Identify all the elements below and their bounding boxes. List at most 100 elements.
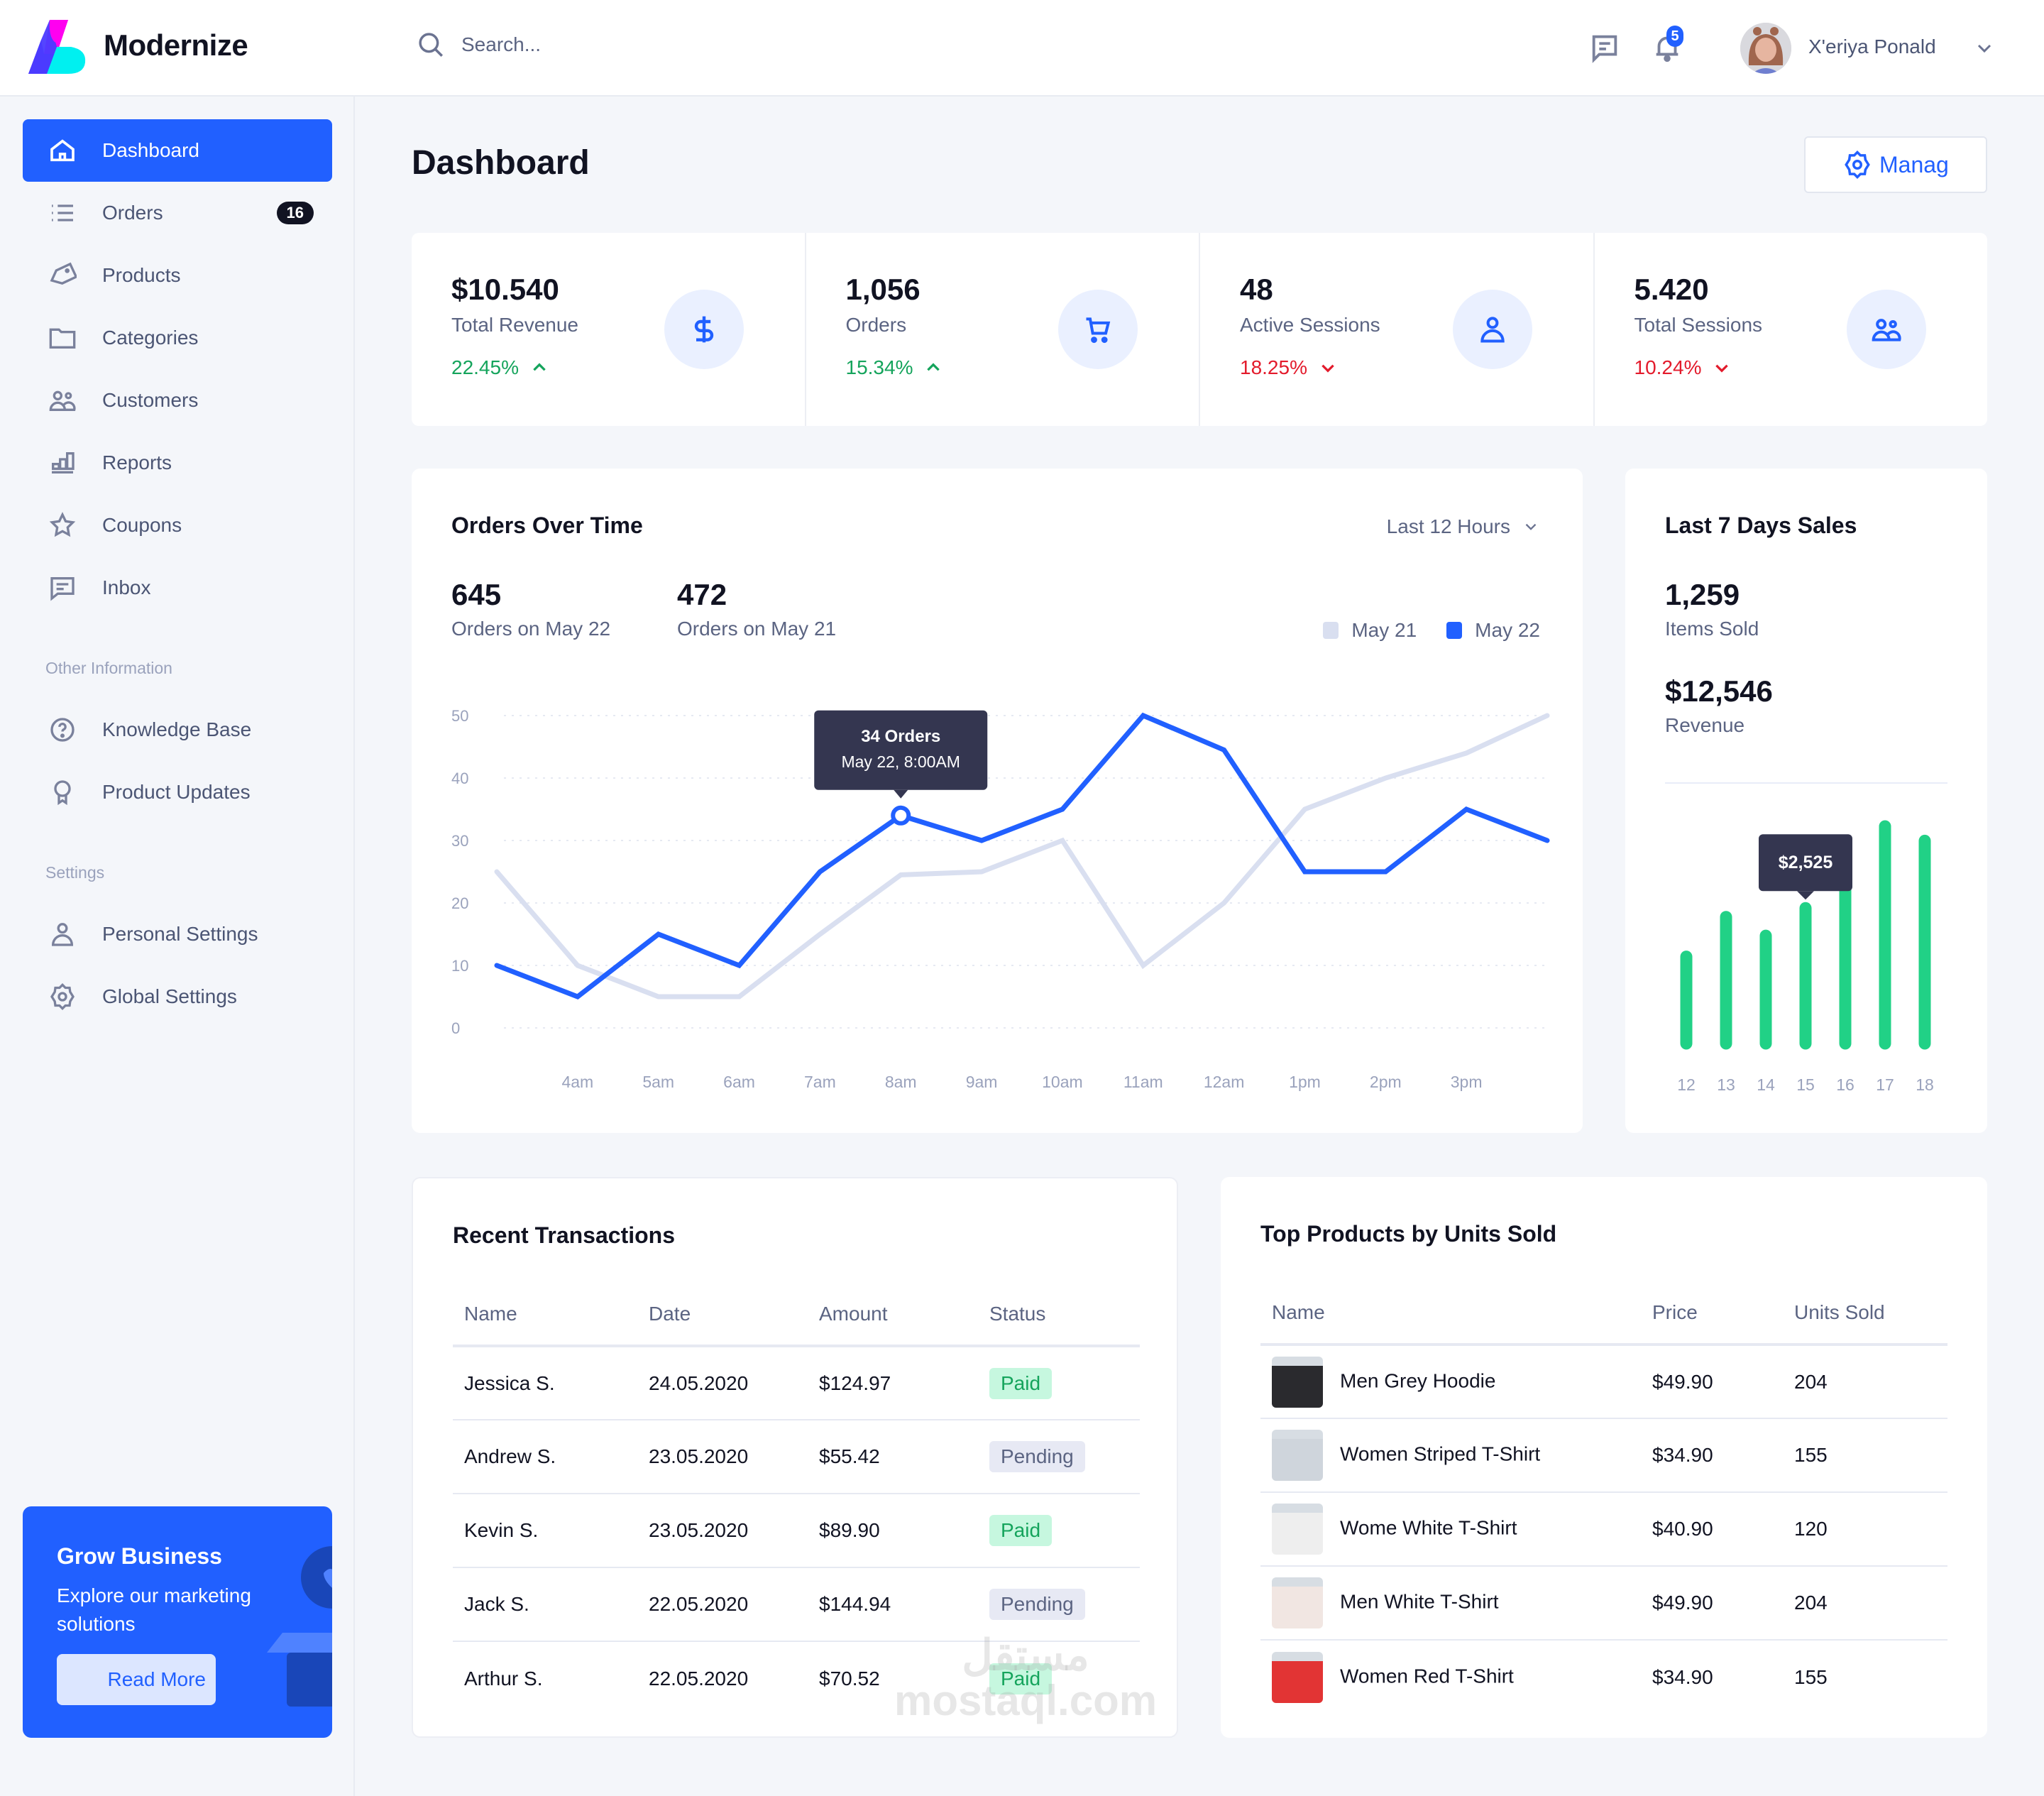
chevron-down-icon[interactable] xyxy=(1973,37,1996,60)
orders-count-badge: 16 xyxy=(276,202,314,224)
sidebar-item-label: Dashboard xyxy=(102,139,199,161)
table-row[interactable]: Men Grey Hoodie $49.90 204 xyxy=(1260,1345,1947,1419)
sidebar-item-coupons[interactable]: Coupons xyxy=(23,494,332,557)
legend-swatch-may22 xyxy=(1446,622,1463,639)
cell-units: 155 xyxy=(1794,1665,1828,1688)
x-tick-label: 2pm xyxy=(1370,1073,1402,1091)
search-input[interactable]: Search... xyxy=(461,33,541,56)
x-tick-label: 18 xyxy=(1916,1075,1934,1094)
status-badge: Pending xyxy=(989,1589,1085,1620)
sidebar-item-reports[interactable]: Reports xyxy=(23,432,332,494)
product-name: Men White T-Shirt xyxy=(1340,1590,1499,1613)
arrow-up-icon xyxy=(927,363,940,371)
column-header[interactable]: Name xyxy=(453,1283,637,1347)
x-tick-label: 7am xyxy=(804,1073,836,1091)
column-header[interactable]: Amount xyxy=(808,1283,978,1347)
gear-icon xyxy=(1845,150,1870,179)
x-tick-label: 5am xyxy=(642,1073,674,1091)
card-title: Last 7 Days Sales xyxy=(1665,513,1857,538)
sidebar-item-product-updates[interactable]: Product Updates xyxy=(23,761,332,823)
page-title: Dashboard xyxy=(412,144,590,182)
table-row[interactable]: Jack S. 22.05.2020 $144.94 Pending xyxy=(453,1567,1140,1642)
read-more-button[interactable]: Read More xyxy=(57,1654,216,1705)
table-row[interactable]: Jessica S. 24.05.2020 $124.97 Paid xyxy=(453,1346,1140,1420)
message-icon xyxy=(50,577,75,601)
top-bar: Modernize Search... 5 X'eriya Ponald xyxy=(0,0,2044,97)
table-row[interactable]: Women Striped T-Shirt $34.90 155 xyxy=(1260,1418,1947,1493)
cell-product: Women Red T-Shirt xyxy=(1260,1640,1641,1714)
table-row[interactable]: Women Red T-Shirt $34.90 155 xyxy=(1260,1640,1947,1714)
cell-date: 22.05.2020 xyxy=(637,1567,808,1642)
section-label-other: Other Information xyxy=(45,659,172,677)
cell-price: $40.90 xyxy=(1641,1492,1783,1567)
y-tick-label: 50 xyxy=(451,707,468,725)
x-tick-label: 16 xyxy=(1836,1075,1855,1094)
table-row[interactable]: Men White T-Shirt $49.90 204 xyxy=(1260,1566,1947,1641)
tooltip xyxy=(814,710,988,790)
cell-amount: $144.94 xyxy=(808,1567,978,1642)
kpi-value: $10.540 xyxy=(451,273,559,306)
sidebar-item-categories[interactable]: Categories xyxy=(23,307,332,369)
y-tick-label: 30 xyxy=(451,832,468,850)
cell-date: 24.05.2020 xyxy=(637,1346,808,1420)
x-tick-label: 3pm xyxy=(1451,1073,1483,1091)
sidebar-item-label: Reports xyxy=(102,451,172,473)
cell-price: $34.90 xyxy=(1652,1665,1713,1688)
watermark: مستقل mostaql.com xyxy=(894,1633,1157,1724)
legend-label: May 21 xyxy=(1351,619,1417,641)
cell-product: Men Grey Hoodie xyxy=(1260,1345,1641,1419)
manage-button[interactable]: Manag xyxy=(1804,136,1987,193)
cell-name: Kevin S. xyxy=(453,1494,637,1568)
kpi-delta: 15.34% xyxy=(846,356,943,379)
sidebar-item-knowledge-base[interactable]: Knowledge Base xyxy=(23,699,332,761)
tooltip-arrow xyxy=(1797,891,1814,900)
column-header[interactable]: Date xyxy=(637,1283,808,1347)
column-header[interactable]: Units Sold xyxy=(1783,1282,1947,1346)
sidebar: Dashboard Orders 16 Products Categories … xyxy=(0,97,355,1796)
brand-name: Modernize xyxy=(104,28,248,62)
range-dropdown[interactable]: Last 12 Hours xyxy=(1387,515,1540,538)
search-box[interactable]: Search... xyxy=(416,30,541,60)
avatar[interactable] xyxy=(1740,23,1791,74)
x-tick-label: 12am xyxy=(1204,1073,1245,1091)
watermark-arabic: مستقل xyxy=(962,1631,1089,1679)
messages-icon[interactable] xyxy=(1588,31,1621,64)
tooltip-subtitle: May 22, 8:00AM xyxy=(841,752,960,771)
orders-may21-label: Orders on May 21 xyxy=(677,618,837,640)
sidebar-item-label: Orders xyxy=(102,202,163,224)
orders-may21-value: 472 xyxy=(677,578,727,611)
column-header[interactable]: Name xyxy=(1260,1282,1641,1346)
legend-swatch-may21 xyxy=(1323,622,1339,639)
table-row[interactable]: Andrew S. 23.05.2020 $55.42 Pending xyxy=(453,1420,1140,1494)
table-row[interactable]: Kevin S. 23.05.2020 $89.90 Paid xyxy=(453,1494,1140,1568)
highlight-point[interactable] xyxy=(891,805,911,826)
chart-legend: May 21 May 22 xyxy=(1323,619,1540,642)
sidebar-item-inbox[interactable]: Inbox xyxy=(23,557,332,619)
product-name: Men Grey Hoodie xyxy=(1340,1369,1496,1391)
top-products-card: Top Products by Units Sold Name Price Un… xyxy=(1221,1177,1987,1738)
x-tick-label: 4am xyxy=(561,1073,593,1091)
kpi-icon-circle xyxy=(1058,290,1138,369)
table-row[interactable]: Wome White T-Shirt $40.90 120 xyxy=(1260,1492,1947,1567)
sidebar-item-customers[interactable]: Customers xyxy=(23,369,332,432)
card-title: Top Products by Units Sold xyxy=(1260,1221,1557,1247)
cell-product: Women Striped T-Shirt xyxy=(1260,1418,1641,1493)
sidebar-item-personal-settings[interactable]: Personal Settings xyxy=(23,903,332,965)
sidebar-item-dashboard[interactable]: Dashboard xyxy=(23,119,332,182)
column-header[interactable]: Price xyxy=(1641,1282,1783,1346)
column-header[interactable]: Status xyxy=(978,1283,1140,1347)
kpi-delta-value: 10.24% xyxy=(1634,356,1702,378)
tag-icon xyxy=(50,262,77,285)
sidebar-item-orders[interactable]: Orders 16 xyxy=(23,182,332,244)
kpi-icon-circle xyxy=(664,290,744,369)
product-thumbnail xyxy=(1272,1651,1323,1703)
user-name[interactable]: X'eriya Ponald xyxy=(1808,35,1936,58)
kpi-label: Orders xyxy=(845,314,907,336)
sidebar-item-global-settings[interactable]: Global Settings xyxy=(23,965,332,1028)
sidebar-item-products[interactable]: Products xyxy=(23,244,332,307)
x-tick-label: 13 xyxy=(1717,1075,1735,1094)
cell-product: Men White T-Shirt xyxy=(1260,1566,1641,1641)
product-thumbnail xyxy=(1272,1577,1323,1628)
kpi-icon-circle xyxy=(1847,290,1926,369)
kpi-value: 1,056 xyxy=(845,273,921,306)
